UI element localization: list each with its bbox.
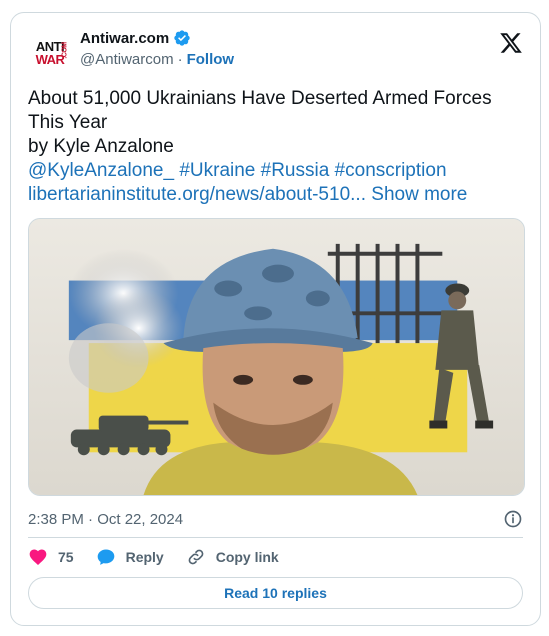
- avatar-text-com: .COM: [61, 42, 69, 59]
- tweet-timestamp[interactable]: 2:38 PM · Oct 22, 2024: [28, 511, 183, 528]
- like-button[interactable]: 75: [28, 547, 74, 567]
- reply-bubble-icon: [97, 549, 114, 565]
- link-icon: [188, 549, 204, 565]
- display-name[interactable]: Antiwar.com: [80, 30, 169, 47]
- soldier-illustration-image: [29, 219, 524, 495]
- tweet-image[interactable]: [28, 218, 525, 496]
- tweet-text: About 51,000 Ukrainians Have Deserted Ar…: [28, 87, 528, 207]
- copy-link-label: Copy link: [215, 549, 279, 565]
- reply-label: Reply: [125, 549, 164, 565]
- timestamp-row: 2:38 PM · Oct 22, 2024: [28, 509, 523, 529]
- tweet-line-2: This Year: [28, 112, 108, 133]
- tweet-header: ANTI WAR .COM Antiwar.com @Antiwarcom · F…: [28, 29, 523, 73]
- like-count: 75: [58, 549, 74, 565]
- avatar[interactable]: ANTI WAR .COM: [28, 31, 72, 75]
- tweet-url-row: libertarianinstitute.org/news/about-510.…: [28, 183, 528, 207]
- author-names: Antiwar.com @Antiwarcom · Follow: [80, 29, 234, 69]
- verified-badge-icon: [174, 30, 190, 46]
- tweet-url-link[interactable]: libertarianinstitute.org/news/about-510.…: [28, 184, 366, 205]
- author-handle[interactable]: @Antiwarcom: [80, 51, 174, 68]
- tweet-card[interactable]: ANTI WAR .COM Antiwar.com @Antiwarcom · F…: [10, 12, 541, 626]
- x-logo-icon[interactable]: [499, 31, 523, 55]
- read-replies-button[interactable]: Read 10 replies: [28, 577, 523, 609]
- info-icon[interactable]: [503, 509, 523, 529]
- follow-button[interactable]: Follow: [187, 51, 235, 68]
- divider: [28, 537, 523, 538]
- copy-link-button[interactable]: Copy link: [186, 547, 279, 567]
- heart-icon: [29, 549, 47, 565]
- avatar-text-war: WAR .COM: [35, 42, 69, 67]
- handle-row: @Antiwarcom · Follow: [80, 51, 234, 68]
- tweet-line-3: by Kyle Anzalone: [28, 136, 174, 157]
- tweet-line-1: About 51,000 Ukrainians Have Deserted Ar…: [28, 88, 492, 109]
- display-name-row: Antiwar.com: [80, 29, 234, 47]
- action-bar: 75 Reply Copy link: [28, 546, 301, 568]
- show-more-link[interactable]: Show more: [371, 184, 467, 205]
- handle-separator: ·: [177, 51, 183, 68]
- tweet-hashtags[interactable]: @KyleAnzalone_ #Ukraine #Russia #conscri…: [28, 159, 528, 183]
- reply-button[interactable]: Reply: [96, 547, 164, 567]
- avatar-text-war-label: WAR: [35, 52, 65, 67]
